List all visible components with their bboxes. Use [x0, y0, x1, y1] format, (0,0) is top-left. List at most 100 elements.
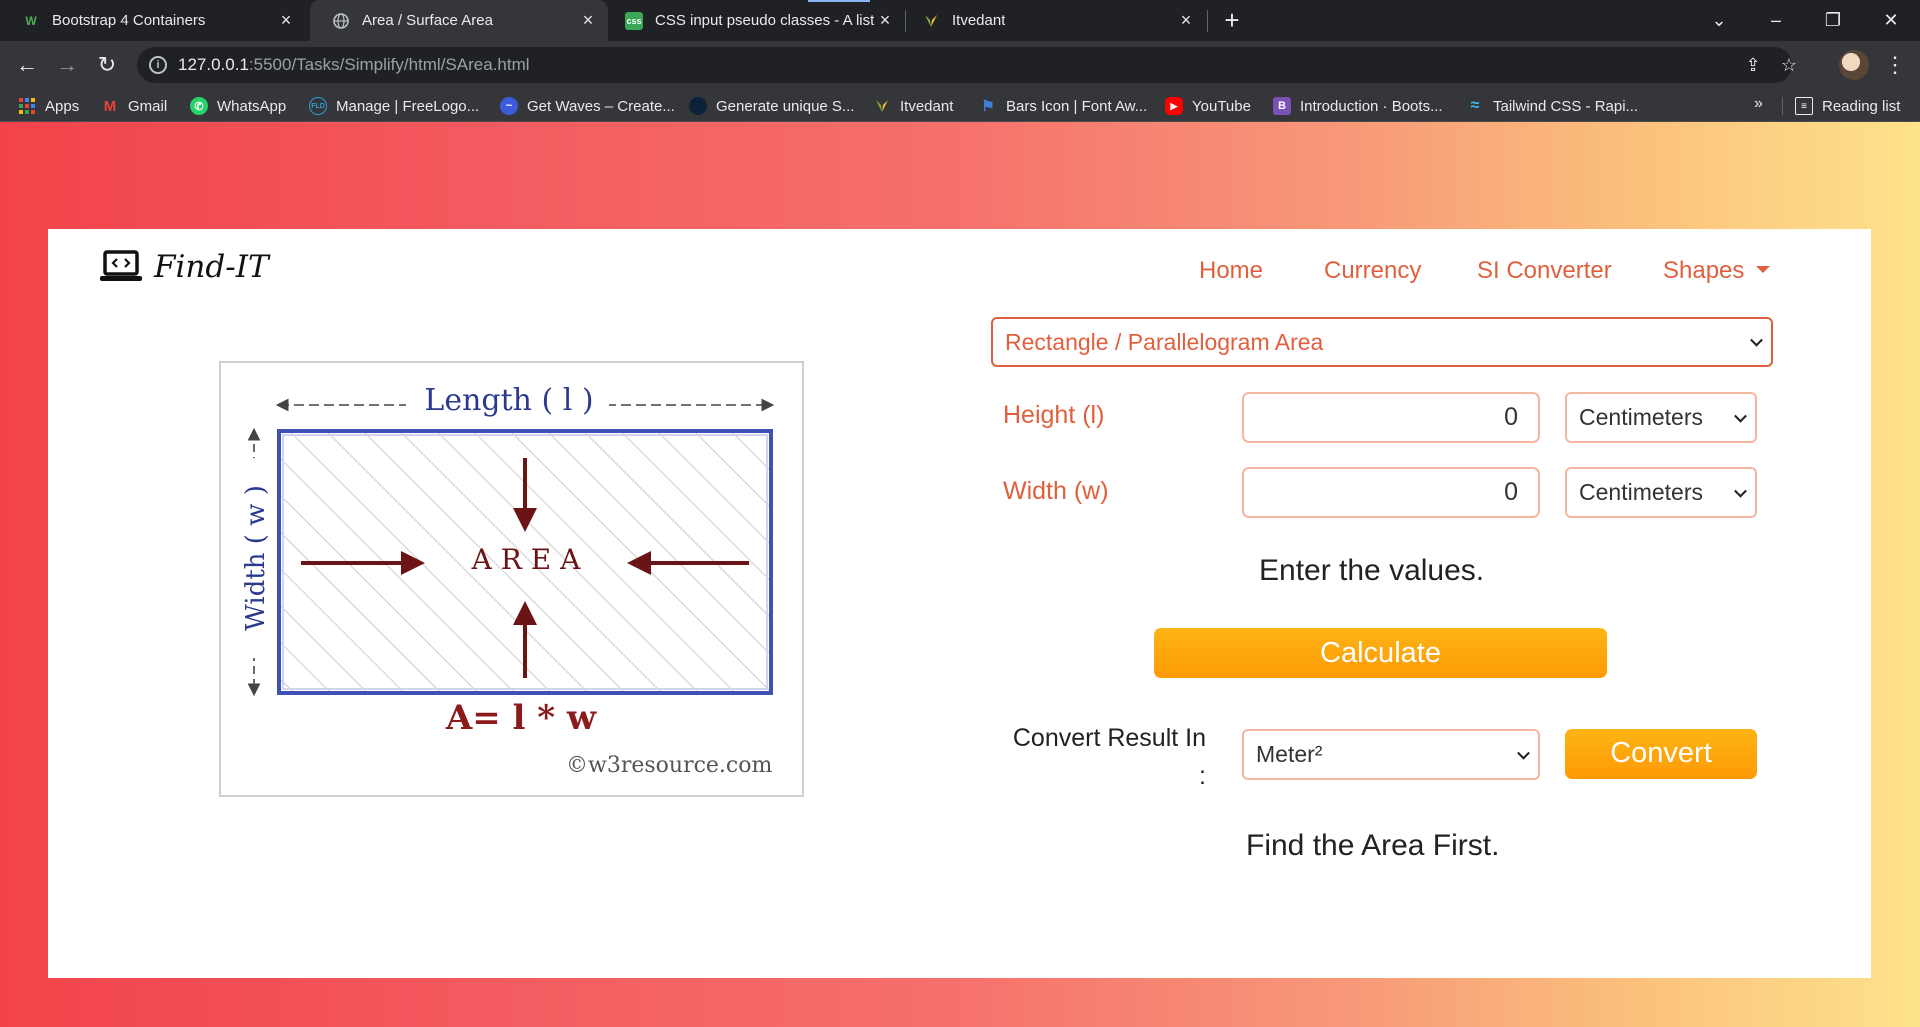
bookmark-bootstrap[interactable]: B Introduction · Boots...: [1273, 95, 1443, 117]
reading-list-button[interactable]: ≡ Reading list: [1795, 95, 1900, 117]
circle-icon: [689, 97, 707, 115]
status-message: Enter the values.: [1259, 554, 1485, 587]
close-icon[interactable]: ×: [578, 10, 598, 30]
nav-shapes-dropdown[interactable]: Shapes: [1663, 257, 1771, 285]
tab-title: CSS input pseudo classes - A list: [655, 12, 875, 29]
gmail-icon: M: [103, 97, 117, 115]
freelogo-icon: FLD: [309, 97, 327, 115]
bookmarks-bar: Apps M Gmail ✆ WhatsApp FLD Manage | FreeLo…: [0, 89, 1920, 122]
bookmark-generate-unique[interactable]: Generate unique S...: [689, 95, 854, 117]
tab-strip: W Bootstrap 4 Containers × Area / Surfac…: [0, 0, 1920, 41]
close-icon[interactable]: ×: [1176, 10, 1196, 30]
height-unit-select[interactable]: Centimeters: [1565, 392, 1757, 443]
bookmark-star-icon[interactable]: ☆: [1778, 54, 1800, 76]
formula-label: A= l * w: [445, 698, 597, 738]
nav-si-converter[interactable]: SI Converter: [1477, 257, 1612, 285]
bookmark-itvedant[interactable]: Itvedant: [873, 95, 953, 117]
bookmark-youtube[interactable]: ▶ YouTube: [1165, 95, 1251, 117]
bookmark-label: YouTube: [1192, 97, 1251, 115]
tab-bootstrap-containers[interactable]: W Bootstrap 4 Containers ×: [0, 0, 306, 41]
tab-title: Area / Surface Area: [362, 12, 493, 29]
minimize-button[interactable]: –: [1756, 5, 1796, 35]
forward-button[interactable]: →: [53, 51, 81, 79]
back-button[interactable]: ←: [13, 51, 41, 79]
url-text[interactable]: 127.0.0.1:5500/Tasks/Simplify/html/SArea…: [178, 55, 530, 75]
result-message: Find the Area First.: [1246, 829, 1500, 862]
youtube-icon: ▶: [1165, 97, 1183, 115]
width-unit-value: Centimeters: [1579, 479, 1703, 505]
height-input[interactable]: 0: [1242, 392, 1540, 443]
chevron-down-icon: [1517, 746, 1530, 760]
bookmark-apps[interactable]: Apps: [18, 95, 79, 117]
shape-select-value: Rectangle / Parallelogram Area: [1005, 328, 1324, 355]
globe-icon: [332, 12, 350, 30]
chevron-down-icon: [1750, 333, 1763, 347]
bookmark-label: Itvedant: [900, 97, 954, 115]
nav-currency[interactable]: Currency: [1324, 257, 1421, 285]
tailwind-icon: ≈: [1470, 97, 1480, 114]
height-unit-value: Centimeters: [1579, 404, 1703, 430]
chevron-down-icon: [1734, 409, 1747, 423]
reload-button[interactable]: ↻: [93, 51, 121, 79]
width-label: Width (w): [1003, 477, 1109, 505]
credit-label: ©w3resource.com: [566, 753, 773, 778]
bookmark-label: Bars Icon | Font Aw...: [1006, 97, 1148, 115]
css-file-icon: css: [625, 11, 643, 30]
bookmarks-overflow-button[interactable]: »: [1754, 95, 1763, 113]
bookmark-whatsapp[interactable]: ✆ WhatsApp: [190, 95, 286, 117]
tab-itvedant[interactable]: Itvedant ×: [900, 0, 1206, 41]
caret-down-icon: [1756, 266, 1771, 273]
width-label: Width ( w ): [241, 458, 271, 658]
tab-area-surface-area[interactable]: Area / Surface Area ×: [310, 0, 608, 41]
convert-button[interactable]: Convert: [1565, 729, 1757, 779]
close-icon[interactable]: ×: [875, 10, 895, 30]
restore-button[interactable]: ❐: [1813, 5, 1853, 35]
tab-css-pseudo-classes[interactable]: css CSS input pseudo classes - A list ×: [603, 0, 905, 41]
bookmark-label: Gmail: [128, 97, 168, 115]
browser-toolbar: ← → ↻ i 127.0.0.1:5500/Tasks/Simplify/ht…: [0, 41, 1920, 89]
new-tab-button[interactable]: +: [1219, 7, 1245, 34]
convert-unit-value: Meter²: [1256, 741, 1323, 767]
calculate-button[interactable]: Calculate: [1154, 628, 1607, 678]
main-card: Find-IT Home Currency SI Converter Shape…: [48, 229, 1871, 978]
shape-select[interactable]: Rectangle / Parallelogram Area: [991, 317, 1773, 367]
itvedant-icon: [922, 12, 940, 30]
close-window-button[interactable]: ✕: [1871, 5, 1911, 35]
bookmark-label: Introduction · Boots...: [1300, 97, 1443, 115]
laptop-code-icon: [100, 250, 142, 281]
convert-unit-select[interactable]: Meter²: [1242, 729, 1540, 780]
tab-title: Bootstrap 4 Containers: [52, 12, 206, 29]
bookmark-freelogo[interactable]: FLD Manage | FreeLogo...: [309, 95, 479, 117]
length-label: Length ( l ): [409, 383, 609, 418]
width-unit-select[interactable]: Centimeters: [1565, 467, 1757, 518]
reading-list-icon: ≡: [1795, 97, 1813, 115]
page-viewport: Find-IT Home Currency SI Converter Shape…: [0, 122, 1920, 1027]
profile-avatar[interactable]: [1839, 50, 1869, 80]
itvedant-icon: [873, 97, 891, 115]
menu-kebab-icon[interactable]: ⋮: [1884, 51, 1906, 79]
bookmark-tailwind[interactable]: ≈ Tailwind CSS - Rapi...: [1466, 95, 1638, 117]
bookmark-get-waves[interactable]: ~ Get Waves – Create...: [500, 95, 675, 117]
apps-grid-icon: [18, 97, 36, 115]
address-bar[interactable]: i 127.0.0.1:5500/Tasks/Simplify/html/SAr…: [137, 47, 1797, 83]
brand[interactable]: Find-IT: [100, 249, 269, 285]
site-info-icon[interactable]: i: [149, 56, 167, 74]
bookmark-label: Apps: [45, 97, 80, 115]
width-input[interactable]: 0: [1242, 467, 1540, 518]
area-diagram-image: Length ( l ) Width ( w ) A R E A A= l * …: [219, 361, 804, 797]
bookmark-gmail[interactable]: M Gmail: [101, 95, 167, 117]
close-icon[interactable]: ×: [276, 10, 296, 30]
tab-search-chevron-icon[interactable]: ⌄: [1699, 5, 1739, 35]
convert-result-label: Convert Result In :: [1012, 724, 1206, 790]
bookmark-label: Tailwind CSS - Rapi...: [1493, 97, 1639, 115]
bookmark-label: Generate unique S...: [716, 97, 855, 115]
bookmark-label: Manage | FreeLogo...: [336, 97, 480, 115]
reading-list-label: Reading list: [1822, 97, 1901, 115]
nav-home[interactable]: Home: [1199, 257, 1263, 285]
area-label: A R E A: [471, 543, 581, 576]
bookmark-bars-icon[interactable]: ⚑ Bars Icon | Font Aw...: [979, 95, 1147, 117]
flag-icon: ⚑: [981, 98, 995, 115]
whatsapp-icon: ✆: [190, 97, 208, 115]
chevron-down-icon: [1734, 484, 1747, 498]
share-icon[interactable]: ⇪: [1742, 54, 1764, 76]
